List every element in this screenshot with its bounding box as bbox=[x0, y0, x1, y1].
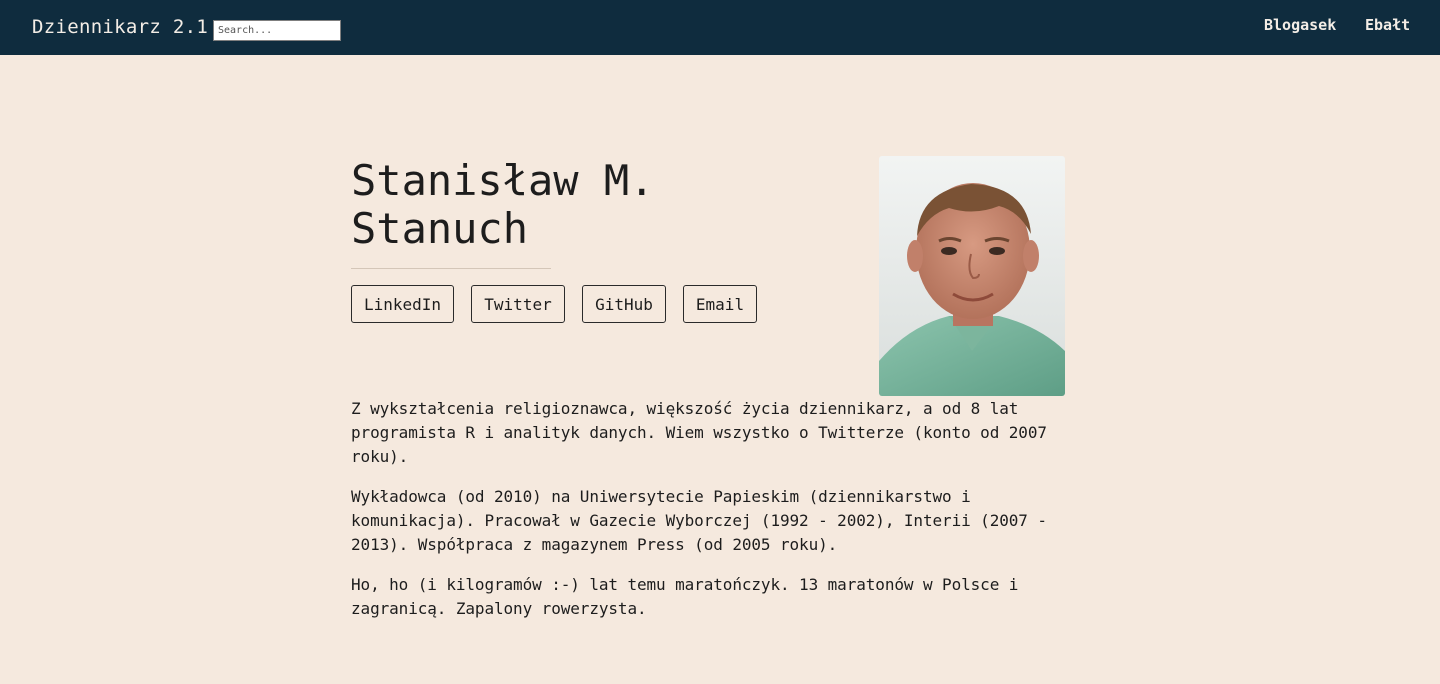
nav-link-blogasek[interactable]: Blogasek bbox=[1264, 16, 1336, 34]
bio-section: Z wykształcenia religioznawca, większość… bbox=[351, 397, 1067, 637]
top-navbar: Dziennikarz 2.1 Blogasek Ebałt bbox=[0, 0, 1440, 55]
bio-paragraph: Wykładowca (od 2010) na Uniwersytecie Pa… bbox=[351, 487, 1047, 554]
title-divider bbox=[351, 268, 551, 269]
search-input[interactable] bbox=[213, 20, 341, 41]
nav-link-ebalt[interactable]: Ebałt bbox=[1365, 16, 1410, 34]
profile-photo bbox=[879, 156, 1065, 396]
bio-paragraph: Ho, ho (i kilogramów :-) lat temu marato… bbox=[351, 575, 1019, 618]
linkedin-button[interactable]: LinkedIn bbox=[351, 285, 454, 323]
github-button[interactable]: GitHub bbox=[582, 285, 666, 323]
email-button[interactable]: Email bbox=[683, 285, 757, 323]
profile-name-heading: Stanisław M. Stanuch bbox=[351, 156, 655, 253]
bio-paragraph: Z wykształcenia religioznawca, większość… bbox=[351, 399, 1047, 466]
twitter-button[interactable]: Twitter bbox=[471, 285, 565, 323]
site-brand-link[interactable]: Dziennikarz 2.1 bbox=[32, 16, 208, 38]
